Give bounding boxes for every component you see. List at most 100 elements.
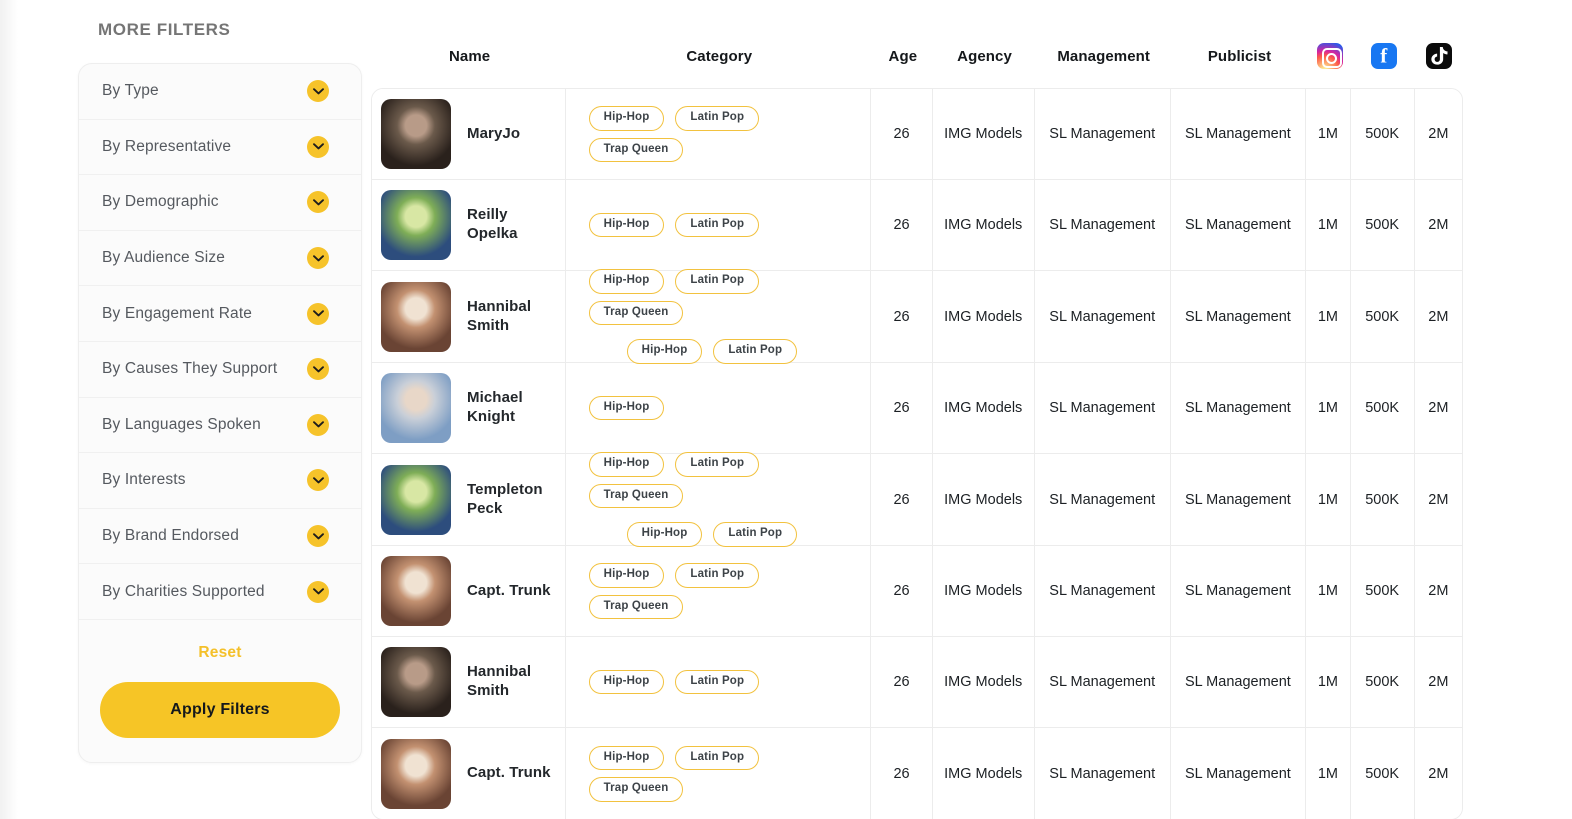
filter-row-label: By Type — [102, 82, 159, 100]
category-tag[interactable]: Trap Queen — [588, 300, 684, 326]
cell-publicist: SL Management — [1171, 180, 1307, 270]
cell-facebook: 500K — [1351, 637, 1415, 727]
cell-facebook: 500K — [1351, 180, 1415, 270]
category-tag[interactable]: Hip-Hop — [588, 745, 665, 770]
cell-category: Hip-Hop Latin Pop Trap Queen Hip-Hop Latin P… — [566, 269, 872, 364]
filter-row-label: By Charities Supported — [102, 582, 265, 600]
category-tag[interactable]: Hip-Hop — [626, 522, 703, 547]
avatar — [381, 464, 451, 535]
filter-row[interactable]: By Languages Spoken — [79, 398, 361, 454]
filter-row[interactable]: By Type — [79, 64, 361, 120]
facebook-icon[interactable]: f — [1370, 43, 1397, 69]
filter-row-label: By Interests — [102, 471, 186, 489]
category-tag-list: Hip-Hop Latin Pop — [588, 212, 861, 238]
filter-row[interactable]: By Representative — [79, 120, 361, 176]
table-row[interactable]: Hannibal Smith Hip-Hop Latin Pop Trap Queen… — [372, 269, 1462, 364]
table-header-name: Name — [449, 47, 491, 65]
chevron-down-icon[interactable] — [307, 413, 329, 436]
talent-name: Templeton Peck — [467, 480, 543, 517]
table-row[interactable]: Michael Knight Hip-Hop 26 IMG Models SL Mana… — [372, 363, 1462, 454]
cell-management: SL Management — [1035, 363, 1171, 453]
filter-row-label: By Representative — [102, 137, 232, 155]
category-tag-list: Hip-Hop — [588, 395, 861, 421]
cell-name: Hannibal Smith — [372, 271, 566, 362]
category-tag[interactable]: Latin Pop — [713, 522, 798, 547]
category-tag[interactable]: Hip-Hop — [588, 106, 665, 131]
cell-name: Templeton Peck — [372, 454, 566, 545]
cell-instagram: 1M — [1306, 728, 1351, 819]
category-tag[interactable]: Trap Queen — [588, 594, 684, 619]
filters-card: By Type By Representative By Demographic By… — [78, 63, 362, 763]
chevron-down-icon[interactable] — [307, 247, 329, 270]
category-tag[interactable]: Latin Pop — [713, 339, 798, 364]
tiktok-icon[interactable] — [1426, 43, 1453, 69]
cell-category: Hip-Hop Latin Pop Trap Queen — [566, 728, 872, 819]
cell-instagram: 1M — [1306, 363, 1351, 453]
table-row[interactable]: Templeton Peck Hip-Hop Latin Pop Trap Queen… — [372, 452, 1462, 547]
chevron-down-icon[interactable] — [307, 358, 329, 381]
category-tag[interactable]: Latin Pop — [675, 106, 760, 131]
chevron-down-icon[interactable] — [307, 191, 329, 214]
cell-management: SL Management — [1035, 89, 1171, 179]
category-tag[interactable]: Latin Pop — [675, 563, 760, 588]
chevron-down-glyph — [312, 199, 324, 206]
category-tag[interactable]: Latin Pop — [675, 669, 760, 695]
cell-age: 26 — [871, 546, 933, 636]
table-row[interactable]: MaryJo Hip-Hop Latin Pop Trap Queen 26 IMG Mo… — [372, 89, 1462, 180]
filter-row-label: By Causes They Support — [102, 360, 278, 378]
category-tag[interactable]: Trap Queen — [588, 483, 684, 509]
chevron-down-icon[interactable] — [307, 135, 329, 158]
filter-row[interactable]: By Engagement Rate — [79, 286, 361, 342]
filter-row[interactable]: By Audience Size — [79, 231, 361, 287]
cell-agency: IMG Models — [933, 363, 1035, 453]
chevron-down-icon[interactable] — [307, 302, 329, 325]
chevron-down-icon[interactable] — [307, 580, 329, 603]
category-tag[interactable]: Hip-Hop — [626, 339, 703, 364]
category-tag[interactable]: Hip-Hop — [588, 669, 665, 695]
cell-tiktok: 2M — [1428, 765, 1449, 782]
apply-filters-button[interactable]: Apply Filters — [100, 681, 340, 738]
category-tag[interactable]: Latin Pop — [675, 745, 760, 770]
reset-filters-link[interactable]: Reset — [198, 644, 241, 662]
cell-category: Hip-Hop Latin Pop Trap Queen Hip-Hop Latin P… — [566, 452, 872, 547]
filter-row[interactable]: By Demographic — [79, 175, 361, 231]
category-tag[interactable]: Hip-Hop — [588, 452, 665, 477]
filter-row[interactable]: By Causes They Support — [79, 342, 361, 398]
chevron-down-glyph — [312, 532, 324, 539]
category-tag[interactable]: Trap Queen — [588, 777, 684, 802]
category-tag[interactable]: Hip-Hop — [588, 563, 665, 588]
instagram-icon[interactable] — [1316, 43, 1343, 69]
chevron-down-icon[interactable] — [307, 525, 329, 548]
filter-row-label: By Audience Size — [102, 249, 226, 267]
chevron-down-icon[interactable] — [307, 469, 329, 492]
table-header-row: Name Category Age Agency Management Publicist… — [371, 24, 1463, 88]
table-row[interactable]: Reilly Opelka Hip-Hop Latin Pop 26 IMG Model… — [372, 180, 1462, 271]
category-tag[interactable]: Hip-Hop — [588, 212, 665, 238]
table-header-management: Management — [1057, 47, 1151, 65]
category-tag[interactable]: Hip-Hop — [588, 395, 665, 421]
cell-tiktok: 2M — [1428, 217, 1449, 233]
filter-row[interactable]: By Brand Endorsed — [79, 509, 361, 565]
chevron-down-glyph — [312, 310, 324, 317]
table-row[interactable]: Hannibal Smith Hip-Hop Latin Pop 26 IMG Mode… — [372, 637, 1462, 728]
table-row[interactable]: Capt. Trunk Hip-Hop Latin Pop Trap Queen 26 I… — [372, 546, 1462, 637]
chevron-down-icon[interactable] — [307, 80, 329, 103]
cell-age: 26 — [871, 271, 933, 362]
cell-age: 26 — [871, 728, 933, 819]
table-row[interactable]: Capt. Trunk Hip-Hop Latin Pop Trap Queen 26 I… — [372, 728, 1462, 819]
filters-and-talent-table-page: MORE FILTERS By Type By Representative By … — [0, 0, 1572, 819]
avatar — [381, 556, 451, 626]
cell-agency: IMG Models — [933, 637, 1035, 727]
category-tag[interactable]: Latin Pop — [675, 212, 760, 238]
avatar — [381, 738, 451, 809]
cell-publicist: SL Management — [1171, 637, 1307, 727]
filter-row[interactable]: By Interests — [79, 453, 361, 509]
category-tag[interactable]: Trap Queen — [588, 137, 684, 162]
category-tag[interactable]: Hip-Hop — [588, 269, 665, 294]
category-tag[interactable]: Latin Pop — [675, 452, 760, 477]
category-tag[interactable]: Latin Pop — [675, 269, 760, 294]
cell-agency: IMG Models — [933, 728, 1035, 819]
table-header-publicist: Publicist — [1207, 47, 1272, 65]
filter-row[interactable]: By Charities Supported — [79, 564, 361, 620]
cell-instagram: 1M — [1306, 89, 1351, 179]
